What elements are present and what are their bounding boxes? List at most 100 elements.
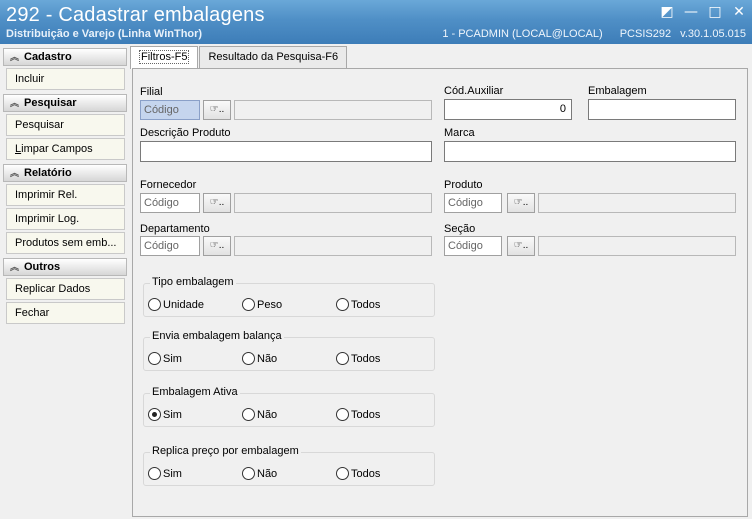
minimize-icon[interactable]: —: [682, 3, 700, 21]
secao-description: [538, 236, 736, 256]
radio-dot: [336, 298, 349, 311]
tab-strip: Filtros-F5 Resultado da Pesquisa-F6: [130, 46, 348, 69]
radio-label: Todos: [351, 467, 381, 480]
chevron-up-icon: ︽: [10, 168, 20, 178]
radio-nao[interactable]: Não: [242, 467, 277, 480]
window-subtitle: Distribuição e Varejo (Linha WinThor): [6, 28, 203, 40]
radio-label: Não: [257, 352, 278, 365]
fornecedor-label: Fornecedor: [140, 179, 197, 191]
imprimir-rel-button[interactable]: Imprimir Rel.: [6, 184, 125, 206]
produto-code-input[interactable]: Código: [444, 193, 502, 213]
radio-dot: [148, 298, 161, 311]
radio-label: Unidade: [163, 298, 204, 311]
window-controls: ◩ — □ ✕: [658, 3, 748, 21]
radio-label: Não: [257, 467, 278, 480]
produto-lookup-icon[interactable]: ☞..: [507, 193, 535, 213]
secao-lookup-icon[interactable]: ☞..: [507, 236, 535, 256]
descricao-produto-label: Descrição Produto: [140, 127, 231, 139]
radio-label: Todos: [351, 352, 381, 365]
radio-dot: [148, 408, 161, 421]
main-panel: Filtros-F5 Resultado da Pesquisa-F6 Fili…: [130, 46, 750, 517]
tipo-embalagem-group: Tipo embalagem Unidade Peso Todos: [143, 276, 435, 317]
radio-nao[interactable]: Não: [242, 408, 277, 421]
group-relatorio-header[interactable]: ︽ Relatório: [3, 164, 127, 182]
radio-sim[interactable]: Sim: [148, 408, 182, 421]
fechar-button[interactable]: Fechar: [6, 302, 125, 324]
filters-pane: Filial Código ☞.. Cód.Auxiliar 0 Embalag…: [132, 68, 748, 517]
envia-balanca-group: Envia embalagem balança Sim Não Todos: [143, 330, 435, 371]
radio-label: Todos: [351, 298, 381, 311]
replica-preco-group: Replica preço por embalagem Sim Não Todo…: [143, 445, 435, 486]
group-title: Outros: [24, 261, 61, 273]
departamento-description: [234, 236, 432, 256]
fornecedor-lookup-icon[interactable]: ☞..: [203, 193, 231, 213]
tab-label: Filtros-F5: [139, 50, 190, 64]
filial-lookup-icon[interactable]: ☞..: [203, 100, 231, 120]
group-pesquisar-header[interactable]: ︽ Pesquisar: [3, 94, 127, 112]
radio-dot: [336, 408, 349, 421]
version-label: v.30.1.05.015: [680, 28, 746, 40]
imprimir-log-button[interactable]: Imprimir Log.: [6, 208, 125, 230]
tab-resultado[interactable]: Resultado da Pesquisa-F6: [199, 46, 348, 68]
radio-label: Não: [257, 408, 278, 421]
close-icon[interactable]: ✕: [730, 3, 748, 21]
filial-description: [234, 100, 432, 120]
cod-auxiliar-input[interactable]: 0: [444, 99, 572, 120]
pesquisar-button[interactable]: Pesquisar: [6, 114, 125, 136]
tab-filtros[interactable]: Filtros-F5: [130, 46, 199, 69]
restore-icon[interactable]: ◩: [658, 3, 676, 21]
group-title: Tipo embalagem: [150, 276, 236, 288]
radio-todos[interactable]: Todos: [336, 352, 380, 365]
group-title: Embalagem Ativa: [150, 386, 240, 398]
embalagem-label: Embalagem: [588, 85, 647, 97]
radio-dot: [148, 352, 161, 365]
radio-nao[interactable]: Não: [242, 352, 277, 365]
group-title: Replica preço por embalagem: [150, 445, 301, 457]
produto-label: Produto: [444, 179, 483, 191]
radio-todos[interactable]: Todos: [336, 408, 380, 421]
window-title: 292 - Cadastrar embalagens: [6, 4, 265, 26]
session-info: 1 - PCADMIN (LOCAL@LOCAL) PCSIS292 v.30.…: [428, 28, 746, 40]
secao-label: Seção: [444, 223, 476, 235]
maximize-icon[interactable]: □: [706, 3, 724, 21]
fornecedor-description: [234, 193, 432, 213]
radio-todos[interactable]: Todos: [336, 467, 380, 480]
radio-sim[interactable]: Sim: [148, 467, 182, 480]
departamento-lookup-icon[interactable]: ☞..: [203, 236, 231, 256]
secao-code-input[interactable]: Código: [444, 236, 502, 256]
radio-sim[interactable]: Sim: [148, 352, 182, 365]
departamento-label: Departamento: [140, 223, 210, 235]
marca-label: Marca: [444, 127, 475, 139]
produto-description: [538, 193, 736, 213]
produtos-sem-embalagem-button[interactable]: Produtos sem emb...: [6, 232, 125, 254]
radio-peso[interactable]: Peso: [242, 298, 282, 311]
session-user: 1 - PCADMIN (LOCAL@LOCAL): [442, 28, 603, 40]
replicar-dados-button[interactable]: Replicar Dados: [6, 278, 125, 300]
group-title: Envia embalagem balança: [150, 330, 284, 342]
group-title: Pesquisar: [24, 97, 77, 109]
filial-code-input[interactable]: Código: [140, 100, 200, 120]
embalagem-input[interactable]: [588, 99, 736, 120]
radio-label: Peso: [257, 298, 283, 311]
group-outros-header[interactable]: ︽ Outros: [3, 258, 127, 276]
radio-label: Sim: [163, 408, 182, 421]
radio-todos[interactable]: Todos: [336, 298, 380, 311]
embalagem-ativa-group: Embalagem Ativa Sim Não Todos: [143, 386, 435, 427]
radio-dot: [336, 352, 349, 365]
radio-unidade[interactable]: Unidade: [148, 298, 204, 311]
radio-dot: [242, 467, 255, 480]
group-cadastro-header[interactable]: ︽ Cadastro: [3, 48, 127, 66]
sidebar: ︽ Cadastro Incluir ︽ Pesquisar Pesquisar L…: [3, 46, 127, 516]
chevron-up-icon: ︽: [10, 52, 20, 62]
departamento-code-input[interactable]: Código: [140, 236, 200, 256]
marca-input[interactable]: [444, 141, 736, 162]
title-bar: 292 - Cadastrar embalagens Distribuição …: [0, 0, 752, 44]
descricao-produto-input[interactable]: [140, 141, 432, 162]
radio-dot: [336, 467, 349, 480]
filial-label: Filial: [140, 86, 163, 98]
routine-code: PCSIS292: [619, 28, 672, 40]
fornecedor-code-input[interactable]: Código: [140, 193, 200, 213]
limpar-campos-button[interactable]: Limpar Campos: [6, 138, 125, 160]
incluir-button[interactable]: Incluir: [6, 68, 125, 90]
radio-label: Todos: [351, 408, 381, 421]
